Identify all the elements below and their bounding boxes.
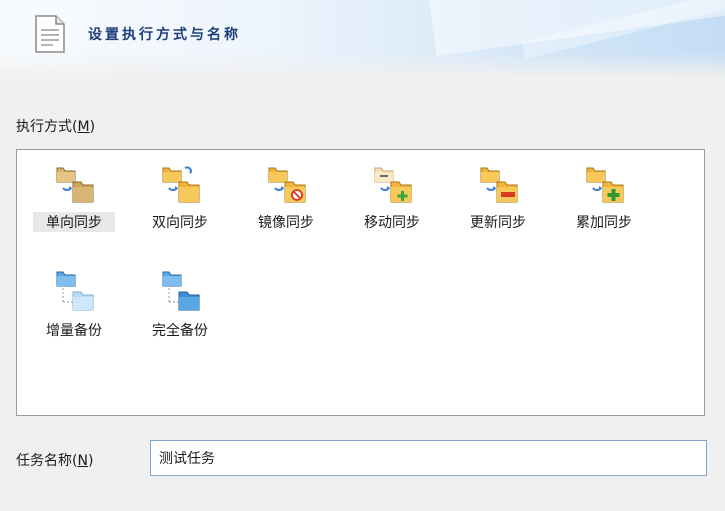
mode-two-way-sync[interactable]: 双向同步 bbox=[139, 156, 221, 246]
update-sync-icon bbox=[480, 167, 518, 203]
mode-mirror-sync[interactable]: 镜像同步 bbox=[245, 156, 327, 246]
document-icon bbox=[35, 15, 65, 53]
exec-mode-label: 执行方式(M) bbox=[16, 119, 96, 135]
mode-label: 移动同步 bbox=[364, 215, 420, 231]
one-way-sync-icon bbox=[56, 167, 94, 203]
incremental-backup-icon bbox=[56, 271, 94, 311]
wizard-header: 设置执行方式与名称 bbox=[0, 0, 725, 78]
mode-incremental-backup[interactable]: 增量备份 bbox=[33, 264, 115, 354]
mode-update-sync[interactable]: 更新同步 bbox=[457, 156, 539, 246]
mode-label: 双向同步 bbox=[152, 215, 208, 231]
mode-label: 单向同步 bbox=[33, 212, 115, 232]
task-name-label: 任务名称(N) bbox=[16, 453, 94, 469]
mode-label: 增量备份 bbox=[46, 323, 102, 339]
mode-label: 更新同步 bbox=[470, 215, 526, 231]
task-name-input[interactable] bbox=[150, 440, 707, 476]
exec-mode-list[interactable]: 单向同步 双向同步 镜像同步 移动同步 更新同步 累加同步 增量备份 完全备份 bbox=[16, 149, 705, 416]
mode-one-way-sync[interactable]: 单向同步 bbox=[33, 156, 115, 246]
mode-label: 镜像同步 bbox=[258, 215, 314, 231]
page-title: 设置执行方式与名称 bbox=[88, 27, 241, 43]
full-backup-icon bbox=[162, 271, 200, 311]
mode-full-backup[interactable]: 完全备份 bbox=[139, 264, 221, 354]
mode-label: 完全备份 bbox=[152, 323, 208, 339]
mode-move-sync[interactable]: 移动同步 bbox=[351, 156, 433, 246]
accumulate-sync-icon bbox=[586, 167, 624, 203]
mirror-sync-icon bbox=[268, 167, 306, 203]
two-way-sync-icon bbox=[162, 166, 200, 203]
move-sync-icon bbox=[374, 167, 412, 203]
mode-label: 累加同步 bbox=[576, 215, 632, 231]
mode-accumulate-sync[interactable]: 累加同步 bbox=[563, 156, 645, 246]
